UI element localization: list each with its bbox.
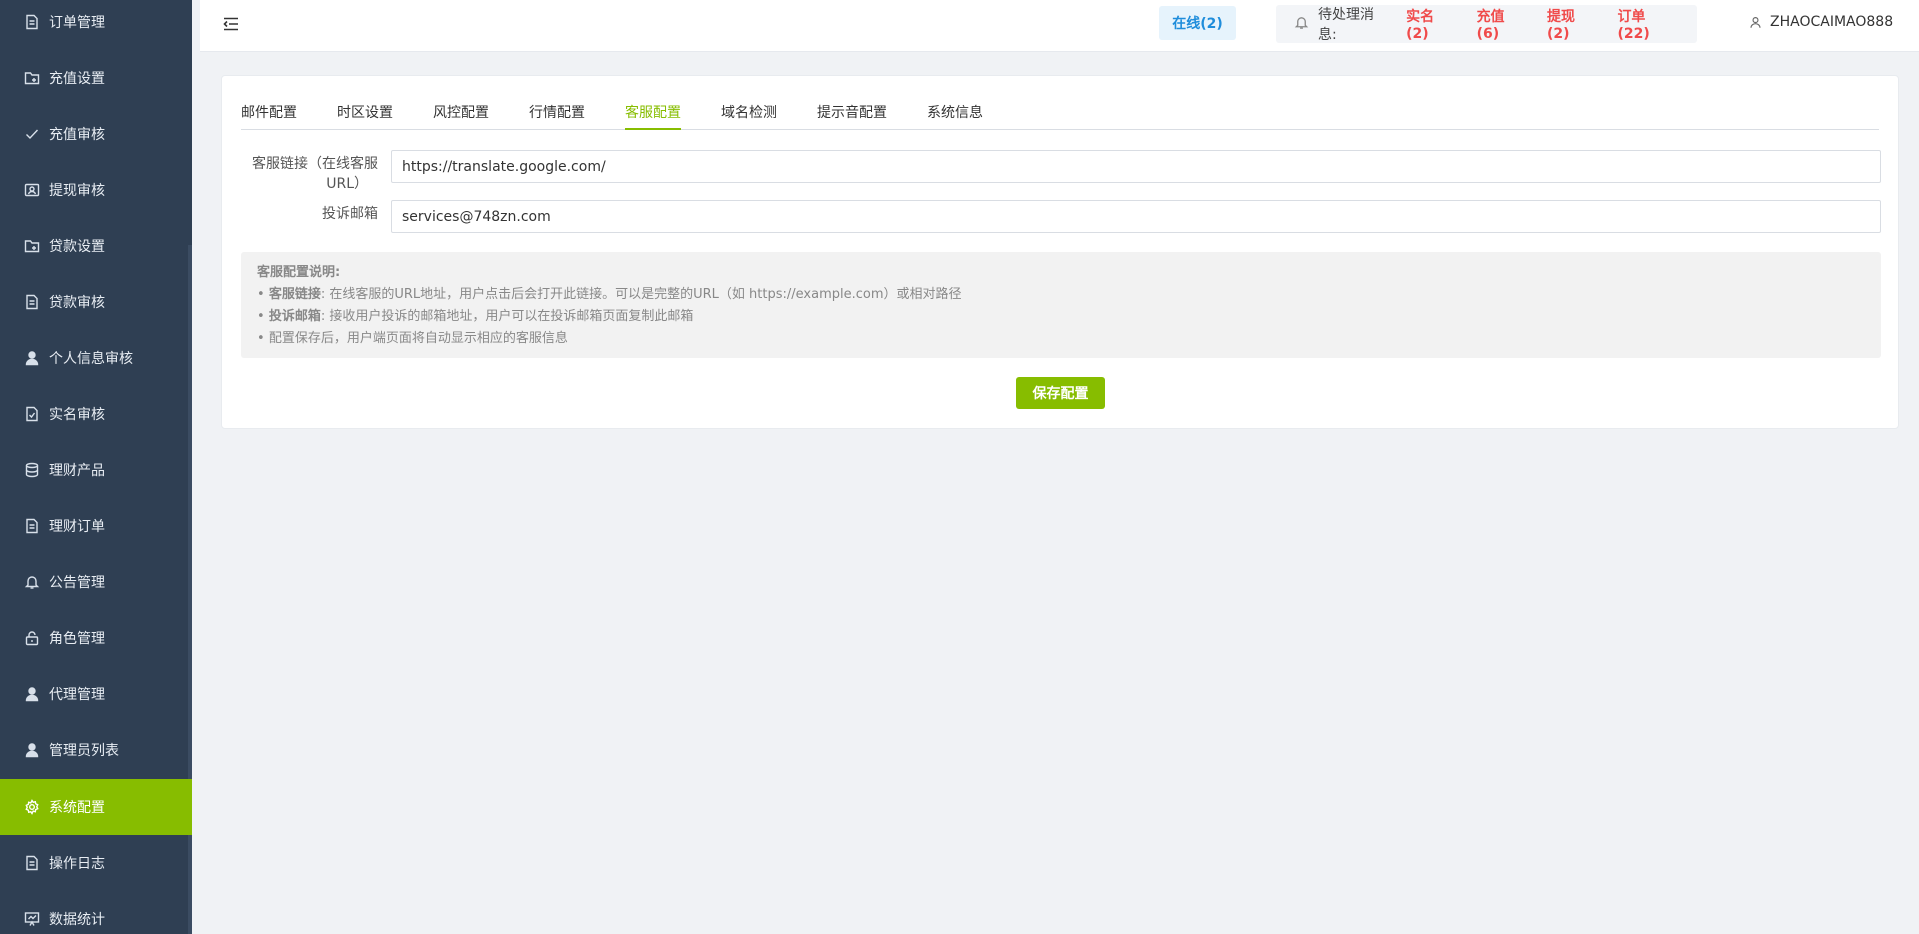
sidebar-item-recharge-review[interactable]: 充值审核 bbox=[0, 106, 192, 162]
sidebar-item-label: 充值设置 bbox=[49, 71, 105, 87]
folder-icon bbox=[24, 70, 40, 86]
config-help-box: 客服配置说明: • 客服链接: 在线客服的URL地址，用户点击后会打开此链接。可… bbox=[241, 252, 1881, 358]
pending-withdraw-link[interactable]: 提现(2) bbox=[1547, 6, 1594, 42]
user-menu[interactable]: ZHAOCAIMAO888 bbox=[1749, 14, 1893, 30]
service-link-label-line2: URL） bbox=[326, 176, 368, 192]
id-card-icon bbox=[24, 182, 40, 198]
sidebar-item-roles[interactable]: 角色管理 bbox=[0, 610, 192, 666]
sidebar-item-label: 充值审核 bbox=[49, 127, 105, 143]
help-line-service-link: • 客服链接: 在线客服的URL地址，用户点击后会打开此链接。可以是完整的URL… bbox=[257, 287, 962, 302]
pending-orders-link[interactable]: 订单(22) bbox=[1617, 6, 1674, 42]
chart-icon bbox=[24, 911, 40, 927]
sidebar-item-label: 角色管理 bbox=[49, 631, 105, 647]
online-count-badge[interactable]: 在线(2) bbox=[1159, 6, 1236, 40]
sidebar-item-label: 公告管理 bbox=[49, 575, 105, 591]
tab-email-config[interactable]: 邮件配置 bbox=[241, 101, 297, 130]
service-link-label-line1: 客服链接（在线客服 bbox=[252, 156, 378, 172]
sidebar-item-label: 实名审核 bbox=[49, 407, 105, 423]
sidebar-item-statistics[interactable]: 数据统计 bbox=[0, 891, 192, 934]
document-check-icon bbox=[24, 406, 40, 422]
bell-icon bbox=[1294, 15, 1309, 34]
sidebar-item-label: 系统配置 bbox=[49, 800, 105, 816]
sidebar-item-personal-info-review[interactable]: 个人信息审核 bbox=[0, 330, 192, 386]
sidebar-item-operation-log[interactable]: 操作日志 bbox=[0, 835, 192, 891]
sidebar-item-loan-settings[interactable]: 贷款设置 bbox=[0, 218, 192, 274]
help-text: 配置保存后，用户端页面将自动显示相应的客服信息 bbox=[268, 331, 568, 346]
tab-system-info[interactable]: 系统信息 bbox=[927, 101, 983, 130]
gear-icon bbox=[24, 799, 40, 815]
sidebar-item-loan-review[interactable]: 贷款审核 bbox=[0, 274, 192, 330]
sidebar-item-label: 个人信息审核 bbox=[49, 351, 133, 367]
sidebar-item-system-config[interactable]: 系统配置 bbox=[0, 779, 192, 835]
complaint-email-input[interactable] bbox=[391, 200, 1881, 233]
sidebar-item-wealth-products[interactable]: 理财产品 bbox=[0, 442, 192, 498]
top-header: 在线(2) 待处理消息: 实名(2) 充值(6) 提现(2) 订单(22) ZH… bbox=[200, 0, 1919, 52]
sidebar: 订单管理 充值设置 充值审核 提现审核 贷款设置 贷款审核 个人信息审核 实名审… bbox=[0, 0, 192, 934]
database-icon bbox=[24, 462, 40, 478]
bell-icon bbox=[24, 574, 40, 590]
sidebar-item-label: 订单管理 bbox=[49, 15, 105, 31]
tab-customer-service[interactable]: 客服配置 bbox=[625, 101, 681, 130]
sidebar-item-orders[interactable]: 订单管理 bbox=[0, 0, 192, 50]
lock-icon bbox=[24, 630, 40, 646]
sidebar-item-recharge-settings[interactable]: 充值设置 bbox=[0, 50, 192, 106]
sidebar-item-realname-review[interactable]: 实名审核 bbox=[0, 386, 192, 442]
tab-market-config[interactable]: 行情配置 bbox=[529, 101, 585, 130]
complaint-email-label: 投诉邮箱 bbox=[322, 206, 378, 222]
sidebar-item-admins[interactable]: 管理员列表 bbox=[0, 722, 192, 778]
tab-risk-control[interactable]: 风控配置 bbox=[433, 101, 489, 130]
help-title: 客服配置说明: bbox=[257, 265, 341, 280]
config-card: 邮件配置 时区设置 风控配置 行情配置 客服配置 域名检测 提示音配置 系统信息… bbox=[221, 75, 1899, 429]
check-icon bbox=[24, 126, 40, 142]
help-text: 接收用户投诉的邮箱地址，用户可以在投诉邮箱页面复制此邮箱 bbox=[329, 309, 694, 324]
sidebar-item-wealth-orders[interactable]: 理财订单 bbox=[0, 498, 192, 554]
help-key: 客服链接 bbox=[268, 287, 321, 302]
sidebar-item-label: 理财订单 bbox=[49, 519, 105, 535]
menu-toggle-icon[interactable] bbox=[222, 15, 240, 33]
sidebar-item-label: 代理管理 bbox=[49, 687, 105, 703]
sidebar-item-label: 操作日志 bbox=[49, 856, 105, 872]
sidebar-item-withdraw-review[interactable]: 提现审核 bbox=[0, 162, 192, 218]
sidebar-item-label: 管理员列表 bbox=[49, 743, 119, 759]
config-tabs: 邮件配置 时区设置 风控配置 行情配置 客服配置 域名检测 提示音配置 系统信息 bbox=[241, 101, 1879, 130]
pending-realname-link[interactable]: 实名(2) bbox=[1406, 6, 1453, 42]
sidebar-item-label: 数据统计 bbox=[49, 912, 105, 928]
sidebar-item-agents[interactable]: 代理管理 bbox=[0, 666, 192, 722]
sidebar-item-label: 提现审核 bbox=[49, 183, 105, 199]
sidebar-item-announcements[interactable]: 公告管理 bbox=[0, 554, 192, 610]
user-icon bbox=[1750, 16, 1761, 28]
document-icon bbox=[24, 518, 40, 534]
folder-icon bbox=[24, 238, 40, 254]
user-icon bbox=[24, 350, 40, 366]
tab-domain-check[interactable]: 域名检测 bbox=[721, 101, 777, 130]
help-text: 在线客服的URL地址，用户点击后会打开此链接。可以是完整的URL（如 https… bbox=[329, 287, 962, 302]
pending-messages-bar: 待处理消息: 实名(2) 充值(6) 提现(2) 订单(22) bbox=[1276, 5, 1697, 43]
service-link-input[interactable] bbox=[391, 150, 1881, 183]
sidebar-item-label: 贷款设置 bbox=[49, 239, 105, 255]
document-icon bbox=[24, 855, 40, 871]
user-icon bbox=[24, 742, 40, 758]
username: ZHAOCAIMAO888 bbox=[1770, 14, 1894, 30]
save-config-button[interactable]: 保存配置 bbox=[1016, 377, 1105, 409]
document-icon bbox=[24, 14, 40, 30]
pending-messages-label: 待处理消息: bbox=[1318, 7, 1374, 43]
service-link-label: 客服链接（在线客服 URL） bbox=[248, 154, 378, 194]
help-line-save-note: • 配置保存后，用户端页面将自动显示相应的客服信息 bbox=[257, 331, 568, 346]
sidebar-item-label: 贷款审核 bbox=[49, 295, 105, 311]
sidebar-item-label: 理财产品 bbox=[49, 463, 105, 479]
tab-timezone-settings[interactable]: 时区设置 bbox=[337, 101, 393, 130]
tab-sound-config[interactable]: 提示音配置 bbox=[817, 101, 887, 130]
help-key: 投诉邮箱 bbox=[268, 309, 321, 324]
help-line-complaint-email: • 投诉邮箱: 接收用户投诉的邮箱地址，用户可以在投诉邮箱页面复制此邮箱 bbox=[257, 309, 694, 324]
pending-recharge-link[interactable]: 充值(6) bbox=[1477, 6, 1524, 42]
user-icon bbox=[24, 686, 40, 702]
document-icon bbox=[24, 294, 40, 310]
